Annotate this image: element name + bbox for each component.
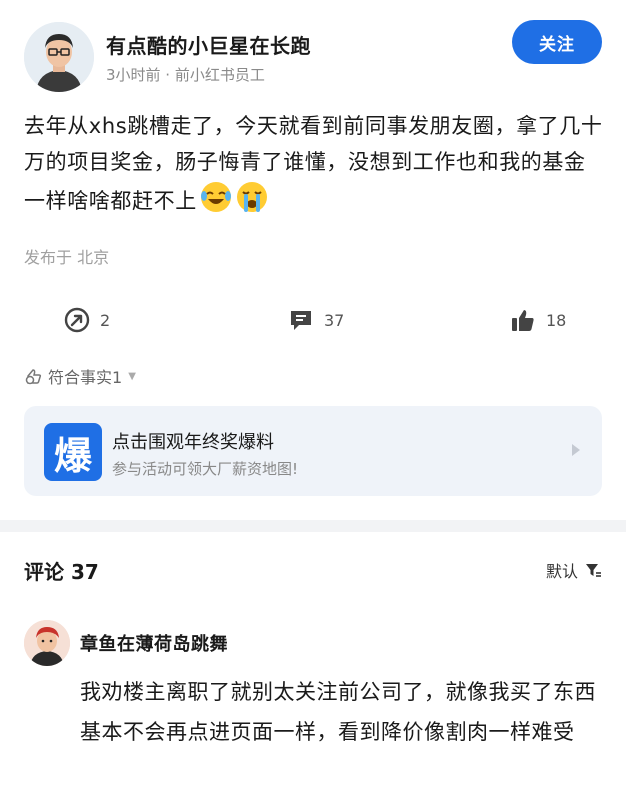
comment-icon bbox=[291, 311, 311, 330]
fact-check-label: 符合事实1 bbox=[48, 368, 123, 387]
comment-text: 我劝楼主离职了就别太关注前公司了，就像我买了东西基本不会再点进页面一样，看到降价… bbox=[80, 680, 596, 744]
laugh-cry-emoji-icon bbox=[200, 182, 231, 212]
share-count: 2 bbox=[100, 310, 111, 330]
comments-header: 评论 37 默认 bbox=[24, 554, 602, 584]
commenter-name[interactable]: 章鱼在薄荷岛跳舞 bbox=[80, 630, 228, 656]
sort-label: 默认 bbox=[545, 562, 578, 581]
author-header: 有点酷的小巨星在长跑 3小时前 · 前小红书员工 关注 bbox=[24, 18, 602, 94]
author-name[interactable]: 有点酷的小巨星在长跑 bbox=[106, 30, 311, 59]
promo-logo: 爆 bbox=[44, 423, 102, 481]
fact-check-row[interactable]: 符合事实1 ▼ bbox=[24, 364, 136, 388]
like-button[interactable]: 18 bbox=[510, 300, 566, 340]
caret-down-icon: ▼ bbox=[128, 370, 136, 382]
share-icon bbox=[64, 307, 90, 333]
sort-button[interactable]: 默认 bbox=[546, 558, 602, 582]
promo-title: 点击围观年终奖爆料 bbox=[112, 432, 274, 453]
promo-subtitle: 参与活动可领大厂薪资地图! bbox=[112, 460, 299, 478]
post-content: 去年从xhs跳槽走了，今天就看到前同事发朋友圈，拿了几十万的项目奖金，肠子悔青了… bbox=[24, 108, 604, 219]
comment-button[interactable]: 37 bbox=[288, 300, 344, 340]
post-meta: 3小时前 · 前小红书员工 bbox=[106, 66, 265, 84]
share-button[interactable]: 2 bbox=[64, 300, 110, 340]
chevron-right-icon bbox=[572, 444, 580, 456]
comments-title: 评论 37 bbox=[24, 560, 99, 584]
author-avatar[interactable] bbox=[24, 22, 94, 92]
fact-check-icon bbox=[25, 369, 42, 385]
commenter-avatar[interactable] bbox=[24, 620, 70, 666]
comment-count: 37 bbox=[324, 310, 345, 330]
post-text: 去年从xhs跳槽走了，今天就看到前同事发朋友圈，拿了几十万的项目奖金，肠子悔青了… bbox=[24, 114, 603, 213]
section-divider bbox=[0, 520, 626, 532]
filter-icon bbox=[586, 564, 601, 577]
follow-button[interactable]: 关注 bbox=[512, 20, 602, 64]
action-bar: 2 37 18 bbox=[0, 300, 626, 340]
thumbs-up-icon bbox=[512, 310, 534, 331]
crying-emoji-icon bbox=[236, 182, 267, 212]
like-count: 18 bbox=[546, 310, 567, 330]
post-location: 发布于 北京 bbox=[24, 248, 110, 267]
promo-card[interactable]: 爆 点击围观年终奖爆料 参与活动可领大厂薪资地图! bbox=[24, 406, 602, 496]
